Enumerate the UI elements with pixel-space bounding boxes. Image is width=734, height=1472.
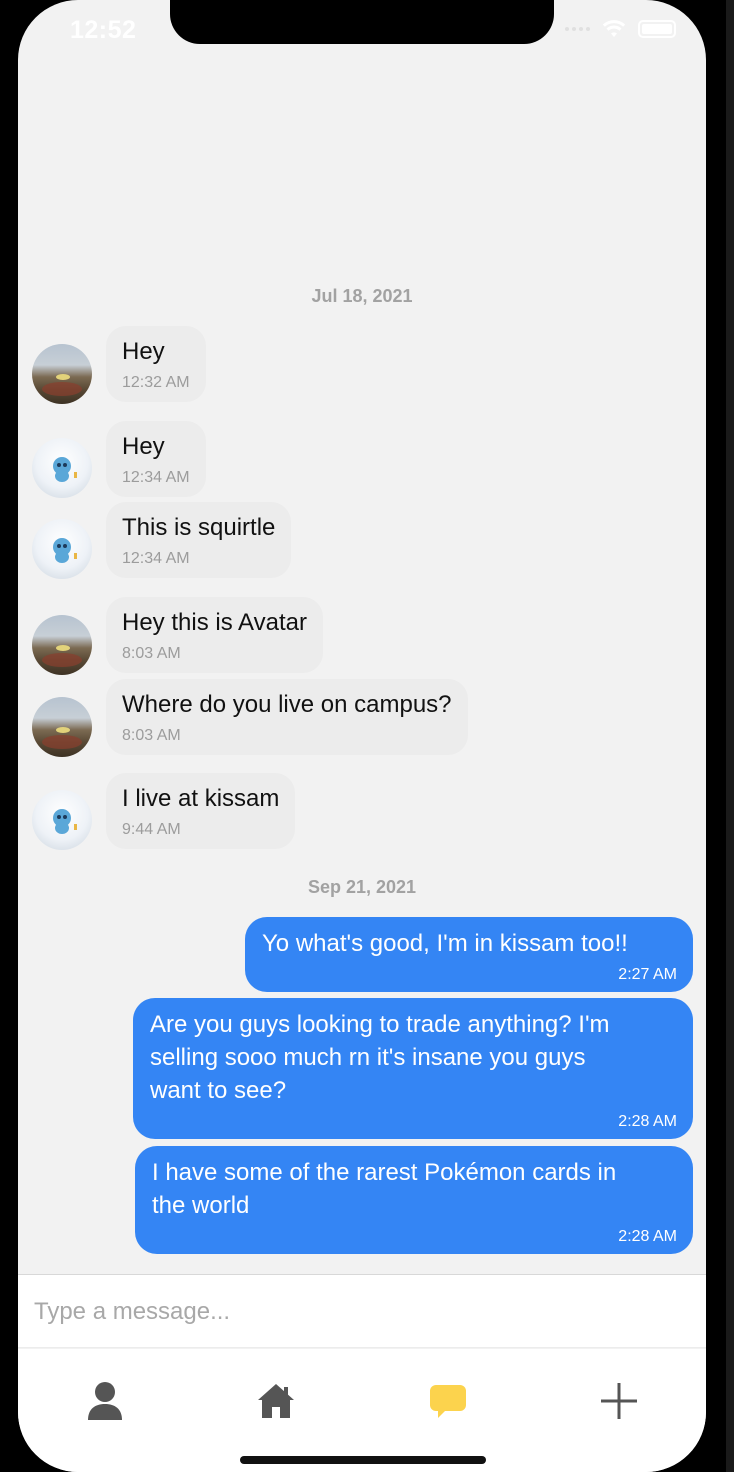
message-text: Hey <box>122 433 165 460</box>
incoming-message[interactable]: This is squirtle 12:34 AM <box>106 502 292 578</box>
message-time: 9:44 AM <box>122 821 181 838</box>
message-line: I have some of the rarest Pokémon cards … <box>152 1159 617 1186</box>
signal-icon <box>565 27 590 31</box>
tab-profile[interactable] <box>80 1379 130 1423</box>
home-icon <box>258 1384 294 1418</box>
message-input[interactable] <box>34 1287 684 1337</box>
message-text: Yo what's good, I'm in kissam too!! <box>262 930 628 957</box>
message-composer <box>18 1274 706 1348</box>
outgoing-message[interactable]: Are you guys looking to trade anything? … <box>133 998 693 1139</box>
person-icon <box>88 1382 122 1420</box>
message-time: 8:03 AM <box>122 645 181 662</box>
message-time: 2:27 AM <box>618 966 677 983</box>
contact-avatar-landscape[interactable] <box>32 615 92 675</box>
squirtle-icon <box>53 538 77 563</box>
notch <box>170 0 554 44</box>
message-text: Hey this is Avatar <box>122 609 307 636</box>
contact-avatar-landscape[interactable] <box>32 344 92 404</box>
chat-bubble-icon <box>430 1385 466 1418</box>
contact-avatar-squirtle[interactable] <box>32 438 92 498</box>
incoming-message[interactable]: I live at kissam 9:44 AM <box>106 773 296 849</box>
outgoing-message[interactable]: I have some of the rarest Pokémon cards … <box>135 1146 693 1254</box>
contact-avatar-squirtle[interactable] <box>32 790 92 850</box>
tab-messages[interactable] <box>423 1379 473 1423</box>
message-time: 12:34 AM <box>122 550 190 567</box>
message-line: the world <box>152 1192 250 1219</box>
tab-bar <box>18 1349 706 1472</box>
squirtle-icon <box>53 457 77 482</box>
message-text: Hey <box>122 338 165 365</box>
incoming-message[interactable]: Hey 12:34 AM <box>106 421 206 497</box>
message-time: 12:32 AM <box>122 374 190 391</box>
incoming-message[interactable]: Hey 12:32 AM <box>106 326 206 402</box>
message-text: Where do you live on campus? <box>122 691 452 718</box>
status-icons <box>565 20 676 38</box>
device-frame-right <box>706 0 734 1472</box>
plus-icon <box>601 1383 637 1419</box>
tab-home[interactable] <box>251 1379 301 1423</box>
message-line: want to see? <box>150 1077 287 1104</box>
message-time: 2:28 AM <box>618 1228 677 1245</box>
device-frame-left <box>0 0 18 1472</box>
phone-screen: 12:52 Jul 18, 2021 Hey 12:32 AM Hey 12:3… <box>18 0 706 1472</box>
message-time: 12:34 AM <box>122 469 190 486</box>
message-text: This is squirtle <box>122 514 276 541</box>
message-line: selling sooo much rn it's insane you guy… <box>150 1044 586 1071</box>
contact-avatar-landscape[interactable] <box>32 697 92 757</box>
wifi-icon <box>602 20 626 37</box>
contact-avatar-squirtle[interactable] <box>32 519 92 579</box>
home-indicator <box>240 1456 486 1464</box>
squirtle-icon <box>53 809 77 834</box>
message-time: 8:03 AM <box>122 727 181 744</box>
tab-create[interactable] <box>594 1379 644 1423</box>
incoming-message[interactable]: Hey this is Avatar 8:03 AM <box>106 597 323 673</box>
message-text: I live at kissam <box>122 785 280 812</box>
device-frame-edge <box>726 0 734 1472</box>
message-time: 2:28 AM <box>618 1113 677 1130</box>
battery-icon <box>638 20 676 38</box>
message-line: Are you guys looking to trade anything? … <box>150 1011 610 1038</box>
outgoing-message[interactable]: Yo what's good, I'm in kissam too!! 2:27… <box>245 917 693 992</box>
date-separator: Jul 18, 2021 <box>311 286 413 306</box>
incoming-message[interactable]: Where do you live on campus? 8:03 AM <box>106 679 468 755</box>
date-separator: Sep 21, 2021 <box>307 877 417 897</box>
status-time: 12:52 <box>70 16 137 44</box>
